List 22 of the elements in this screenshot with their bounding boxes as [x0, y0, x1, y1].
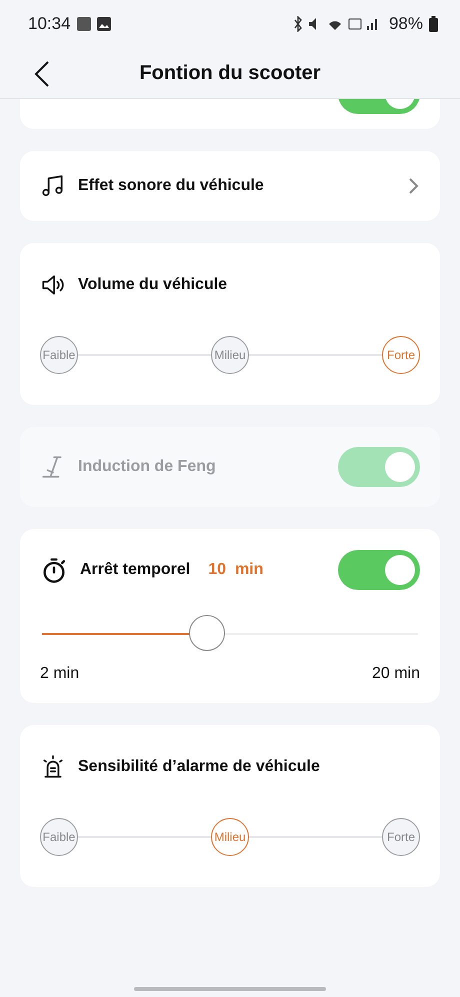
setting-label: Volume du véhicule: [78, 276, 228, 294]
setting-label: Arrêt temporel: [80, 561, 190, 579]
level-option[interactable]: Milieu: [211, 818, 249, 856]
page-title: Fontion du scooter: [139, 62, 321, 84]
app-notification-icon: [76, 17, 91, 31]
level-option[interactable]: Forte: [382, 336, 420, 374]
level-option[interactable]: Faible: [40, 336, 78, 374]
setting-label: Induction de Feng: [78, 458, 216, 476]
image-icon: [96, 17, 111, 31]
battery-icon: [429, 16, 438, 32]
setting-label: Effet sonore du véhicule: [78, 177, 264, 195]
level-option[interactable]: Faible: [40, 818, 78, 856]
slider-thumb[interactable]: [189, 615, 226, 651]
status-time: 10:34: [28, 14, 71, 34]
level-option[interactable]: Forte: [382, 818, 420, 856]
toggle-switch[interactable]: [338, 550, 420, 590]
setting-label: Sensibilité d’alarme de véhicule: [78, 758, 320, 776]
level-option[interactable]: Milieu: [211, 336, 249, 374]
max-label: 20 min: [372, 665, 420, 683]
min-label: 2 min: [40, 665, 80, 683]
battery-percent: 98%: [388, 14, 423, 34]
timer-value: 10 min: [208, 561, 264, 579]
